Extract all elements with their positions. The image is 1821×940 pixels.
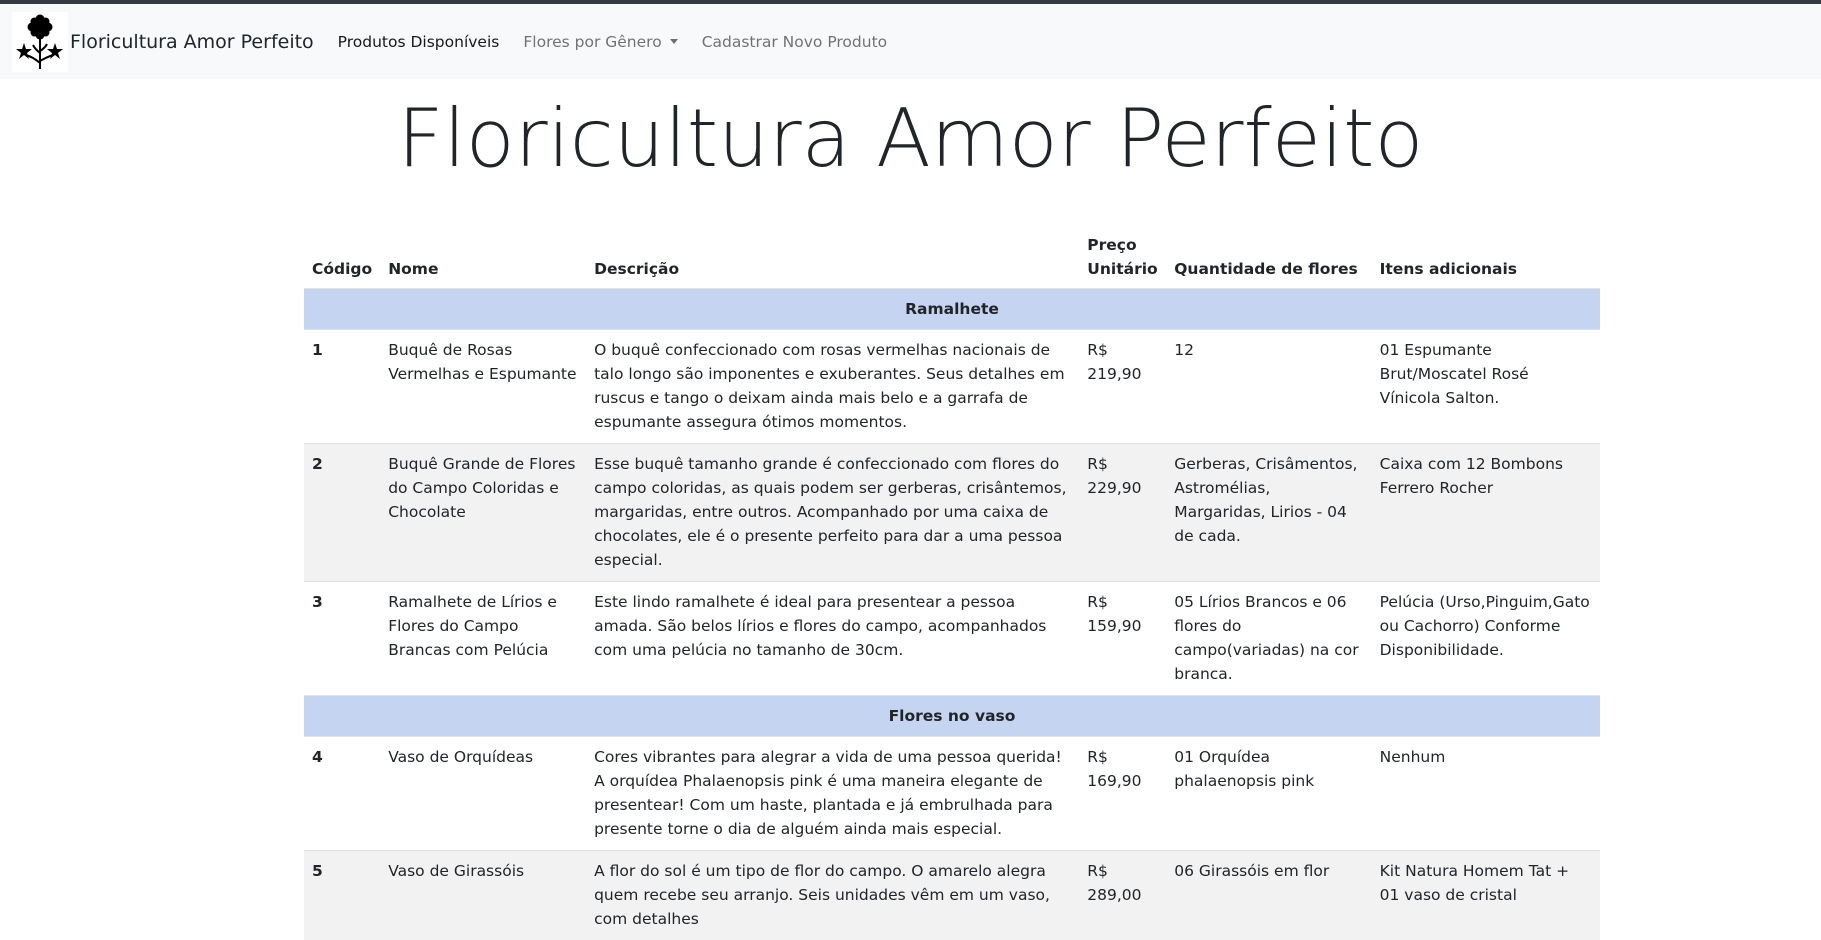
header-preco-unitario: Preço Unitário: [1079, 226, 1166, 289]
group-title: Flores no vaso: [304, 696, 1600, 737]
cell-name: Vaso de Orquídeas: [380, 737, 586, 851]
cell-description: O buquê confeccionado com rosas vermelha…: [586, 330, 1079, 444]
cell-price: R$ 219,90: [1079, 330, 1166, 444]
header-preco-line1: Preço: [1087, 236, 1136, 254]
cell-name: Buquê de Rosas Vermelhas e Espumante: [380, 330, 586, 444]
header-preco-line2: Unitário: [1087, 260, 1157, 278]
cell-code: 5: [304, 851, 380, 940]
cell-extras: 01 Espumante Brut/Moscatel Rosé Vínicola…: [1372, 330, 1600, 444]
navbar: Floricultura Amor Perfeito Produtos Disp…: [0, 4, 1821, 79]
nav-cadastrar-novo-produto[interactable]: Cadastrar Novo Produto: [702, 33, 887, 51]
cell-name: Ramalhete de Lírios e Flores do Campo Br…: [380, 582, 586, 696]
group-row-ramalhete: Ramalhete: [304, 289, 1600, 330]
cell-description: Este lindo ramalhete é ideal para presen…: [586, 582, 1079, 696]
products-table: Código Nome Descrição Preço Unitário Quan…: [304, 226, 1600, 940]
cell-extras: Pelúcia (Urso,Pinguim,Gato ou Cachorro) …: [1372, 582, 1600, 696]
cell-description: Cores vibrantes para alegrar a vida de u…: [586, 737, 1079, 851]
nav-flores-por-genero-dropdown[interactable]: Flores por Gênero: [523, 33, 677, 51]
cell-quantity: Gerberas, Crisâmentos, Astromélias, Marg…: [1166, 444, 1371, 582]
table-row: 2 Buquê Grande de Flores do Campo Colori…: [304, 444, 1600, 582]
cell-price: R$ 229,90: [1079, 444, 1166, 582]
cell-code: 3: [304, 582, 380, 696]
cell-name: Buquê Grande de Flores do Campo Colorida…: [380, 444, 586, 582]
flower-logo-icon: [12, 12, 68, 72]
cell-quantity: 12: [1166, 330, 1371, 444]
brand-link[interactable]: Floricultura Amor Perfeito: [12, 12, 338, 72]
cell-quantity: 05 Lírios Brancos e 06 flores do campo(v…: [1166, 582, 1371, 696]
cell-code: 2: [304, 444, 380, 582]
table-row: 1 Buquê de Rosas Vermelhas e Espumante O…: [304, 330, 1600, 444]
cell-price: R$ 289,00: [1079, 851, 1166, 940]
cell-extras: Caixa com 12 Bombons Ferrero Rocher: [1372, 444, 1600, 582]
cell-quantity: 01 Orquídea phalaenopsis pink: [1166, 737, 1371, 851]
nav-flores-por-genero-label: Flores por Gênero: [523, 33, 661, 51]
table-row: 5 Vaso de Girassóis A flor do sol é um t…: [304, 851, 1600, 940]
header-itens-adicionais: Itens adicionais: [1372, 226, 1600, 289]
table-row: 4 Vaso de Orquídeas Cores vibrantes para…: [304, 737, 1600, 851]
cell-code: 1: [304, 330, 380, 444]
cell-quantity: 06 Girassóis em flor: [1166, 851, 1371, 940]
cell-extras: Kit Natura Homem Tat + 01 vaso de crista…: [1372, 851, 1600, 940]
cell-price: R$ 169,90: [1079, 737, 1166, 851]
caret-down-icon: [670, 39, 678, 44]
brand-name: Floricultura Amor Perfeito: [70, 31, 314, 53]
group-row-flores-no-vaso: Flores no vaso: [304, 696, 1600, 737]
header-quantidade: Quantidade de flores: [1166, 226, 1371, 289]
nav-produtos-disponiveis[interactable]: Produtos Disponíveis: [338, 33, 500, 51]
cell-description: A flor do sol é um tipo de flor do campo…: [586, 851, 1079, 940]
cell-description: Esse buquê tamanho grande é confeccionad…: [586, 444, 1079, 582]
table-row: 3 Ramalhete de Lírios e Flores do Campo …: [304, 582, 1600, 696]
cell-name: Vaso de Girassóis: [380, 851, 586, 940]
header-nome: Nome: [380, 226, 586, 289]
table-header-row: Código Nome Descrição Preço Unitário Quan…: [304, 226, 1600, 289]
cell-extras: Nenhum: [1372, 737, 1600, 851]
products-table-container: Código Nome Descrição Preço Unitário Quan…: [304, 226, 1600, 940]
page-title: Floricultura Amor Perfeito: [0, 91, 1821, 187]
group-title: Ramalhete: [304, 289, 1600, 330]
cell-code: 4: [304, 737, 380, 851]
header-descricao: Descrição: [586, 226, 1079, 289]
header-codigo: Código: [304, 226, 380, 289]
cell-price: R$ 159,90: [1079, 582, 1166, 696]
